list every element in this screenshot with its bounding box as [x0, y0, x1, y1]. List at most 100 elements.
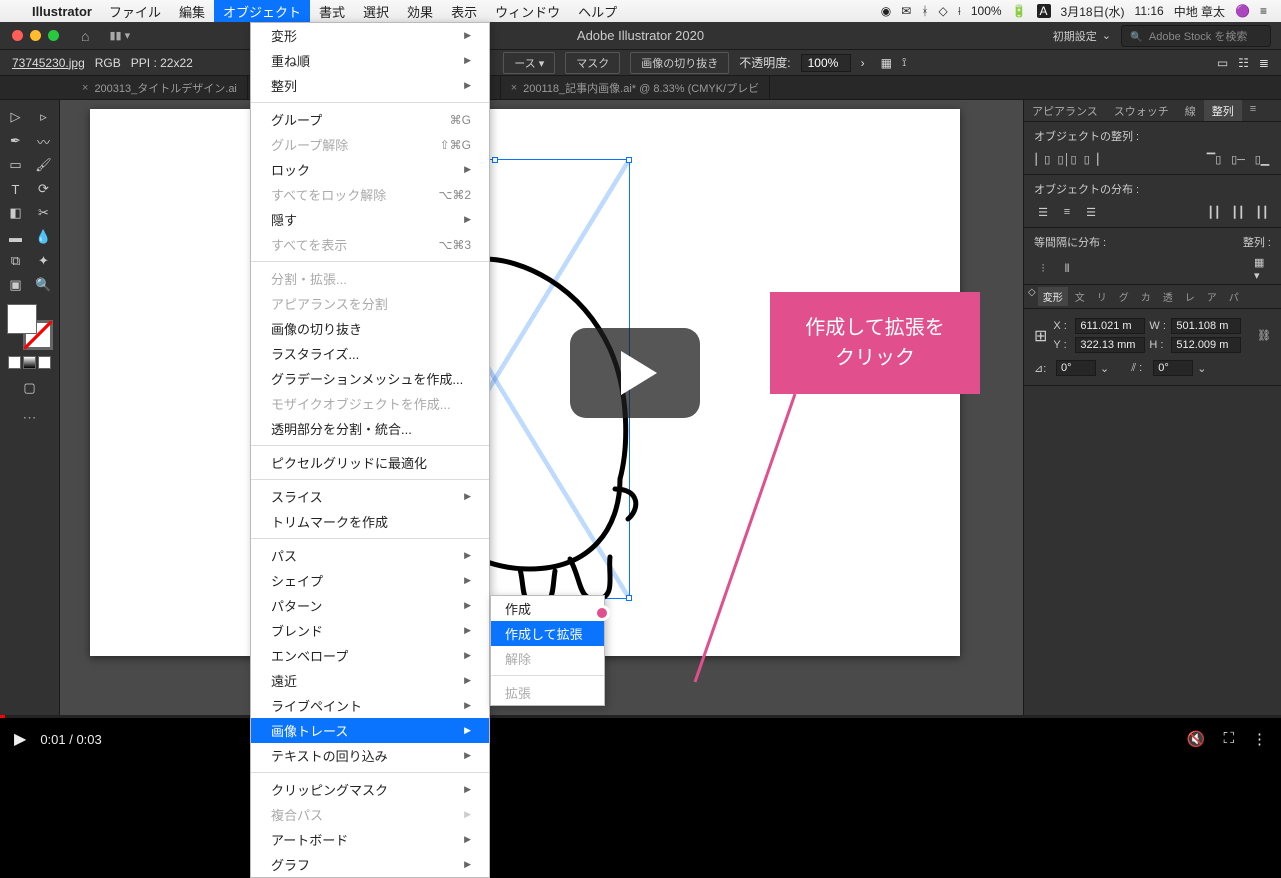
- volume-muted-icon[interactable]: 🔇: [1187, 730, 1206, 748]
- h-field[interactable]: 512.009 m: [1171, 337, 1241, 353]
- image-trace-submenu[interactable]: 作成作成して拡張解除拡張: [490, 595, 605, 706]
- panel-tab-collapse-icon[interactable]: ◇: [1028, 287, 1036, 306]
- menu-item[interactable]: テキストの回り込み: [251, 743, 489, 768]
- align-pixel-grid-icon[interactable]: ▦: [881, 56, 892, 70]
- menu-item[interactable]: パス: [251, 543, 489, 568]
- workspace-preset[interactable]: 初期設定 ⌄: [1043, 28, 1121, 44]
- close-window-button[interactable]: [12, 30, 23, 41]
- menu-extra-icon[interactable]: ≡: [1260, 4, 1267, 18]
- menu-item[interactable]: グラデーションメッシュを作成...: [251, 366, 489, 391]
- distribute-vcenter-icon[interactable]: ≡: [1058, 203, 1076, 221]
- rotate-tool-icon[interactable]: ⟳: [32, 178, 56, 200]
- opacity-value[interactable]: 100%: [801, 54, 851, 72]
- reference-point-icon[interactable]: ⊞: [1034, 326, 1047, 346]
- distribute-top-icon[interactable]: ☰: [1034, 203, 1052, 221]
- menu-item[interactable]: トリムマークを作成: [251, 509, 489, 534]
- object-dropdown-menu[interactable]: 変形重ね順整列グループ⌘Gグループ解除⇧⌘Gロックすべてをロック解除⌥⌘2隠すす…: [250, 22, 490, 878]
- fill-stroke-swatch[interactable]: [7, 304, 53, 350]
- edit-toolbar-icon[interactable]: ⋯: [23, 409, 37, 426]
- rectangle-tool-icon[interactable]: ▭: [4, 154, 28, 176]
- menu-help[interactable]: ヘルプ: [569, 0, 626, 22]
- type-tool-icon[interactable]: T: [4, 178, 28, 200]
- align-top-icon[interactable]: ▔▯: [1205, 150, 1223, 168]
- symbol-sprayer-icon[interactable]: ✦: [32, 250, 56, 272]
- align-vcenter-icon[interactable]: ▯─: [1229, 150, 1247, 168]
- submenu-item[interactable]: 作成: [491, 596, 604, 621]
- maximize-window-button[interactable]: [48, 30, 59, 41]
- panel-menu-icon[interactable]: ≡: [1242, 100, 1264, 121]
- menu-item[interactable]: 遠近: [251, 668, 489, 693]
- mini-tab[interactable]: リ: [1092, 287, 1112, 306]
- more-settings-icon[interactable]: ≣: [1259, 56, 1269, 70]
- pen-tool-icon[interactable]: ✒: [4, 130, 28, 152]
- mini-tab-transform[interactable]: 変形: [1038, 287, 1068, 306]
- menu-type[interactable]: 書式: [310, 0, 354, 22]
- doc-tab-1[interactable]: ×200313_タイトルデザイン.ai: [72, 76, 248, 99]
- menu-item[interactable]: ピクセルグリッドに最適化: [251, 450, 489, 475]
- distribute-left-icon[interactable]: ┃┃: [1205, 203, 1223, 221]
- w-field[interactable]: 501.108 m: [1171, 318, 1241, 334]
- menu-object[interactable]: オブジェクト: [214, 0, 310, 22]
- submenu-item[interactable]: 作成して拡張: [491, 621, 604, 646]
- distribute-right-icon[interactable]: ┃┃: [1253, 203, 1271, 221]
- linked-file-name[interactable]: 73745230.jpg: [12, 56, 85, 70]
- menu-item[interactable]: 隠す: [251, 207, 489, 232]
- menu-item[interactable]: クリッピングマスク: [251, 777, 489, 802]
- home-icon[interactable]: ⌂: [81, 28, 89, 44]
- crop-button[interactable]: 画像の切り抜き: [630, 52, 729, 74]
- eyedropper-tool-icon[interactable]: 💧: [32, 226, 56, 248]
- menu-item[interactable]: ロック: [251, 157, 489, 182]
- panel-tab-align[interactable]: 整列: [1204, 100, 1242, 121]
- mini-tab[interactable]: ア: [1202, 287, 1222, 306]
- more-options-icon[interactable]: ⋮: [1252, 730, 1267, 748]
- menu-effect[interactable]: 効果: [398, 0, 442, 22]
- curvature-tool-icon[interactable]: 〰: [32, 130, 56, 152]
- mini-tab[interactable]: パ: [1224, 287, 1244, 306]
- color-mode-gradient-icon[interactable]: [23, 356, 36, 369]
- align-toggle-icon[interactable]: ☷: [1238, 56, 1249, 70]
- angle-field[interactable]: 0°: [1056, 360, 1096, 376]
- menu-view[interactable]: 表示: [442, 0, 486, 22]
- menu-item[interactable]: ラスタライズ...: [251, 341, 489, 366]
- align-to-icon[interactable]: ▦ ▾: [1253, 260, 1271, 278]
- menu-edit[interactable]: 編集: [170, 0, 214, 22]
- menu-item[interactable]: 整列: [251, 73, 489, 98]
- mini-tab[interactable]: 透: [1158, 287, 1178, 306]
- dropdown-icon[interactable]: ⌄: [1197, 362, 1206, 375]
- mini-tab[interactable]: グ: [1114, 287, 1134, 306]
- x-field[interactable]: 611.021 m: [1075, 318, 1145, 334]
- eraser-tool-icon[interactable]: ◧: [4, 202, 28, 224]
- screen-mode-icon[interactable]: ▢: [18, 377, 42, 399]
- menu-item[interactable]: 画像の切り抜き: [251, 316, 489, 341]
- menu-item[interactable]: スライス: [251, 484, 489, 509]
- doc-tab-3[interactable]: ×200118_記事内画像.ai* @ 8.33% (CMYK/プレビ: [501, 76, 770, 99]
- mini-tab[interactable]: 文: [1070, 287, 1090, 306]
- fullscreen-icon[interactable]: ⛶: [1223, 730, 1234, 748]
- menu-item[interactable]: グラフ: [251, 852, 489, 877]
- mask-button[interactable]: マスク: [565, 52, 620, 74]
- fill-swatch[interactable]: [7, 304, 37, 334]
- menu-window[interactable]: ウィンドウ: [486, 0, 569, 22]
- menu-item[interactable]: 重ね順: [251, 48, 489, 73]
- blend-tool-icon[interactable]: ⧉: [4, 250, 28, 272]
- distribute-bottom-icon[interactable]: ☰: [1082, 203, 1100, 221]
- menu-item[interactable]: グループ⌘G: [251, 107, 489, 132]
- menu-item[interactable]: エンベロープ: [251, 643, 489, 668]
- gradient-tool-icon[interactable]: ▬: [4, 226, 28, 248]
- distribute-hcenter-icon[interactable]: ┃┃: [1229, 203, 1247, 221]
- resize-handle[interactable]: [492, 157, 498, 163]
- panel-tab-stroke[interactable]: 線: [1177, 100, 1204, 121]
- menu-select[interactable]: 選択: [354, 0, 398, 22]
- panel-tab-appearance[interactable]: アピアランス: [1024, 100, 1106, 121]
- color-mode-solid-icon[interactable]: [8, 356, 21, 369]
- distribute-spacing-h-icon[interactable]: ⫴: [1058, 260, 1076, 278]
- isolation-icon[interactable]: ⟟: [902, 55, 906, 70]
- menu-item[interactable]: ブレンド: [251, 618, 489, 643]
- align-hcenter-icon[interactable]: ▯│▯: [1058, 150, 1076, 168]
- menu-item[interactable]: 変形: [251, 23, 489, 48]
- minimize-window-button[interactable]: [30, 30, 41, 41]
- dropdown-icon[interactable]: ⌄: [1100, 362, 1109, 375]
- distribute-spacing-v-icon[interactable]: ⫶: [1034, 260, 1052, 278]
- color-mode-none-icon[interactable]: [38, 356, 51, 369]
- video-play-button[interactable]: [570, 328, 700, 418]
